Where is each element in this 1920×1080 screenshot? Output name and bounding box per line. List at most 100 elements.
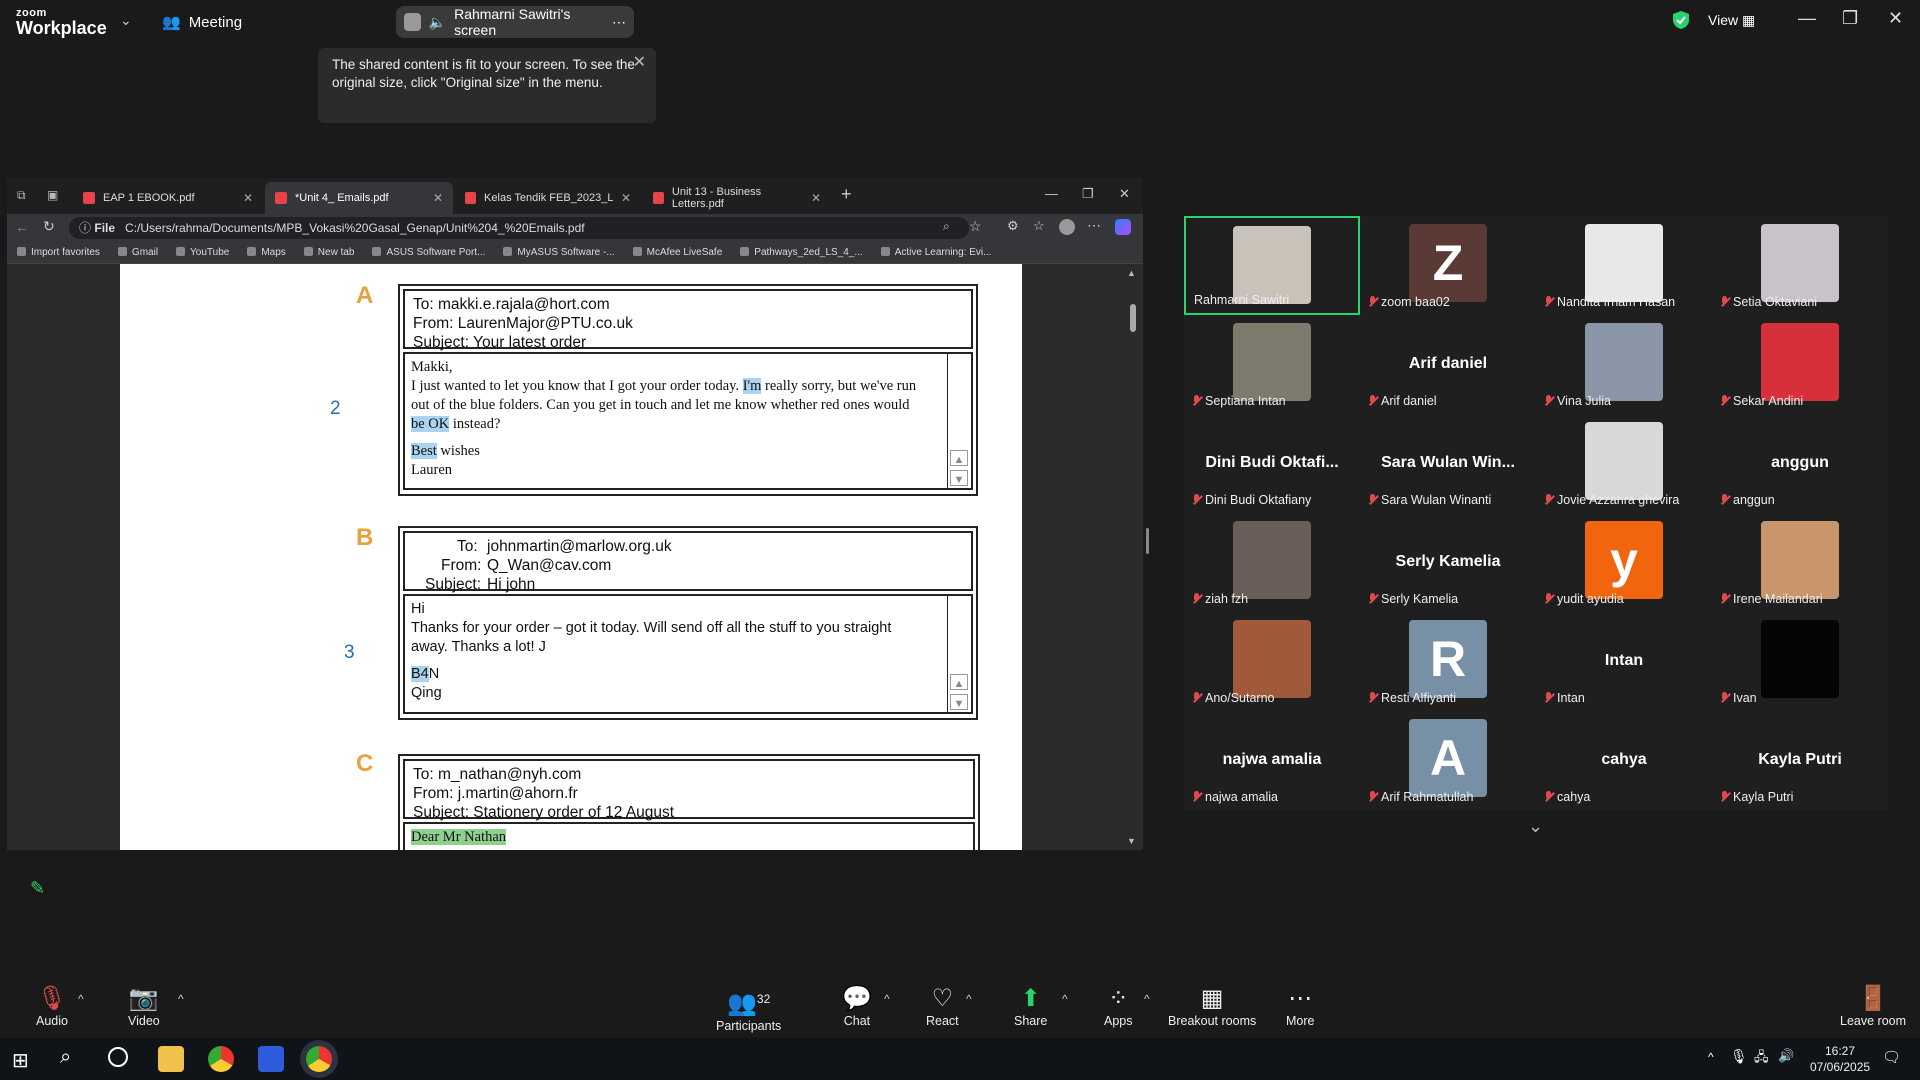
copilot-icon[interactable] xyxy=(1115,219,1131,235)
participant-tile[interactable]: ziah fzh xyxy=(1184,513,1360,612)
close-tab-icon[interactable]: ✕ xyxy=(811,191,821,205)
taskbar-clock[interactable]: 16:27 07/06/2025 xyxy=(1810,1043,1870,1075)
close-icon[interactable]: ✕ xyxy=(1888,8,1903,29)
audio-button[interactable]: 🎙 Audio xyxy=(36,984,68,1028)
close-tab-icon[interactable]: ✕ xyxy=(621,191,631,205)
back-icon[interactable]: ← xyxy=(15,219,29,235)
participant-tile[interactable]: cahya cahya xyxy=(1536,711,1712,810)
participant-tile[interactable]: Sara Wulan Win... Sara Wulan Winanti xyxy=(1360,414,1536,513)
share-button[interactable]: ⬆ Share xyxy=(1014,984,1047,1028)
participant-tile[interactable]: Dini Budi Oktafi... Dini Budi Oktafiany xyxy=(1184,414,1360,513)
bookmark-new-tab[interactable]: New tab xyxy=(304,247,355,258)
file-explorer-icon[interactable] xyxy=(158,1046,184,1072)
participant-tile[interactable]: Sekar Andini xyxy=(1712,315,1888,414)
minimize-icon[interactable]: — xyxy=(1798,8,1816,29)
new-tab-icon[interactable]: + xyxy=(841,184,852,205)
audio-options-caret[interactable]: ^ xyxy=(78,992,84,1006)
annotate-pen-icon[interactable]: ✎ xyxy=(30,878,45,899)
participant-tile[interactable]: Vina Julia xyxy=(1536,315,1712,414)
participant-tile[interactable]: Rahmarni Sawitri xyxy=(1184,216,1360,315)
view-button[interactable]: View ▦ xyxy=(1708,12,1755,29)
react-options-caret[interactable]: ^ xyxy=(966,992,972,1006)
bookmark-import[interactable]: Import favorites xyxy=(17,247,100,258)
shield-icon[interactable] xyxy=(1672,10,1690,30)
close-icon[interactable]: ✕ xyxy=(1119,186,1130,202)
bookmark-myasus[interactable]: MyASUS Software -... xyxy=(503,247,614,258)
participant-tile[interactable]: najwa amalia najwa amalia xyxy=(1184,711,1360,810)
network-icon[interactable]: 🖧 xyxy=(1754,1048,1769,1070)
close-tab-icon[interactable]: ✕ xyxy=(243,191,253,205)
tray-chevron-icon[interactable]: ^ xyxy=(1708,1050,1714,1064)
leave-room-button[interactable]: 🚪 Leave room xyxy=(1840,984,1906,1028)
video-options-caret[interactable]: ^ xyxy=(178,992,184,1006)
restore-icon[interactable]: ❐ xyxy=(1082,186,1094,202)
participant-tile[interactable]: Serly Kamelia Serly Kamelia xyxy=(1360,513,1536,612)
participant-tile[interactable]: A Arif Rahmatullah xyxy=(1360,711,1536,810)
apps-options-caret[interactable]: ^ xyxy=(1144,992,1150,1006)
react-button[interactable]: ♡ React xyxy=(926,984,959,1028)
windows-start-icon[interactable]: ⊞ xyxy=(12,1048,29,1073)
scroll-thumb[interactable] xyxy=(1130,304,1136,332)
meeting-menu[interactable]: 👥 Meeting xyxy=(162,13,242,32)
chrome-active-icon[interactable] xyxy=(306,1046,332,1072)
notifications-icon[interactable]: 🗨 xyxy=(1882,1048,1901,1066)
participant-tile[interactable]: Intan Intan xyxy=(1536,612,1712,711)
close-tab-icon[interactable]: ✕ xyxy=(433,191,443,205)
breakout-rooms-button[interactable]: ▦ Breakout rooms xyxy=(1168,984,1256,1028)
more-options-icon[interactable]: ⋯ xyxy=(612,14,626,31)
tab-actions-icon[interactable]: ▣ xyxy=(47,188,58,202)
minimize-icon[interactable]: — xyxy=(1045,186,1058,201)
more-icon[interactable]: ⋯ xyxy=(1087,217,1101,234)
participant-tile[interactable]: Zzoom baa02 xyxy=(1360,216,1536,315)
participant-tile[interactable]: Irene Mailandari xyxy=(1712,513,1888,612)
bookmark-youtube[interactable]: YouTube xyxy=(176,247,229,258)
pdf-scrollbar[interactable]: ▲ ▼ xyxy=(1127,268,1139,846)
participant-tile[interactable]: y yudit ayudia xyxy=(1536,513,1712,612)
participant-tile[interactable]: Arif daniel Arif daniel xyxy=(1360,315,1536,414)
participant-tile[interactable]: Nandita Irham Hasan xyxy=(1536,216,1712,315)
participant-tile[interactable]: Septiana Intan xyxy=(1184,315,1360,414)
chevron-down-icon[interactable]: ⌄ xyxy=(120,12,132,29)
star-icon[interactable]: ☆ xyxy=(969,218,982,235)
reload-icon[interactable]: ↻ xyxy=(43,218,55,235)
chrome-icon[interactable] xyxy=(208,1046,234,1072)
scroll-down-icon[interactable]: ▼ xyxy=(1127,836,1136,846)
participant-tile[interactable]: Ivan xyxy=(1712,612,1888,711)
participant-tile[interactable]: Kayla Putri Kayla Putri xyxy=(1712,711,1888,810)
tab-kelas-tendik[interactable]: Kelas Tendik FEB_2023_Louise Pil... ✕ xyxy=(455,182,641,214)
volume-icon[interactable]: 🔊 xyxy=(1778,1048,1794,1064)
extension-icon[interactable]: ⚙ xyxy=(1007,218,1019,234)
participant-tile[interactable]: R Resti Alfiyanti xyxy=(1360,612,1536,711)
screen-share-pill[interactable]: 🔈 Rahmarni Sawitri's screen ⋯ xyxy=(396,6,634,38)
address-input[interactable]: ⓘ File C:/Users/rahma/Documents/MPB_Voka… xyxy=(69,217,969,239)
bookmark-pathways[interactable]: Pathways_2ed_LS_4_... xyxy=(740,247,862,258)
bookmark-asus[interactable]: ASUS Software Port... xyxy=(372,247,485,258)
bookmark-maps[interactable]: Maps xyxy=(247,247,285,258)
restore-icon[interactable]: ❐ xyxy=(1842,8,1858,29)
zoom-app-icon[interactable] xyxy=(258,1046,284,1072)
participant-tile[interactable]: anggun anggun xyxy=(1712,414,1888,513)
zoom-icon[interactable]: ⌕ xyxy=(943,219,950,234)
apps-button[interactable]: ⁘ Apps xyxy=(1104,984,1133,1028)
tab-eap-ebook[interactable]: EAP 1 EBOOK.pdf ✕ xyxy=(73,182,263,214)
video-button[interactable]: 📷 Video xyxy=(128,984,160,1028)
tab-unit13-letters[interactable]: Unit 13 - Business Letters.pdf ✕ xyxy=(643,182,831,214)
cortana-icon[interactable] xyxy=(108,1047,128,1067)
participants-button[interactable]: 👥32 Participants xyxy=(716,984,781,1033)
split-resize-handle[interactable] xyxy=(1146,528,1149,554)
chat-options-caret[interactable]: ^ xyxy=(884,992,890,1006)
workspaces-icon[interactable]: ⧉ xyxy=(17,188,26,203)
bookmark-active-learning[interactable]: Active Learning: Evi... xyxy=(881,247,992,258)
participant-tile[interactable]: Setia Oktaviani xyxy=(1712,216,1888,315)
search-icon[interactable]: ⌕ xyxy=(60,1046,71,1069)
participant-tile[interactable]: Ano/Sutarno xyxy=(1184,612,1360,711)
participant-tile[interactable]: Jovie Azzahra ghevira xyxy=(1536,414,1712,513)
share-options-caret[interactable]: ^ xyxy=(1062,992,1068,1006)
more-button[interactable]: ⋯ More xyxy=(1286,984,1314,1028)
tab-unit4-emails[interactable]: *Unit 4_ Emails.pdf ✕ xyxy=(265,182,453,214)
favorites-icon[interactable]: ☆ xyxy=(1033,218,1045,234)
scroll-up-icon[interactable]: ▲ xyxy=(1127,268,1136,278)
bookmark-mcafee[interactable]: McAfee LiveSafe xyxy=(633,247,723,258)
bookmark-gmail[interactable]: Gmail xyxy=(118,247,158,258)
mic-icon[interactable]: 🎙 xyxy=(1730,1048,1748,1065)
